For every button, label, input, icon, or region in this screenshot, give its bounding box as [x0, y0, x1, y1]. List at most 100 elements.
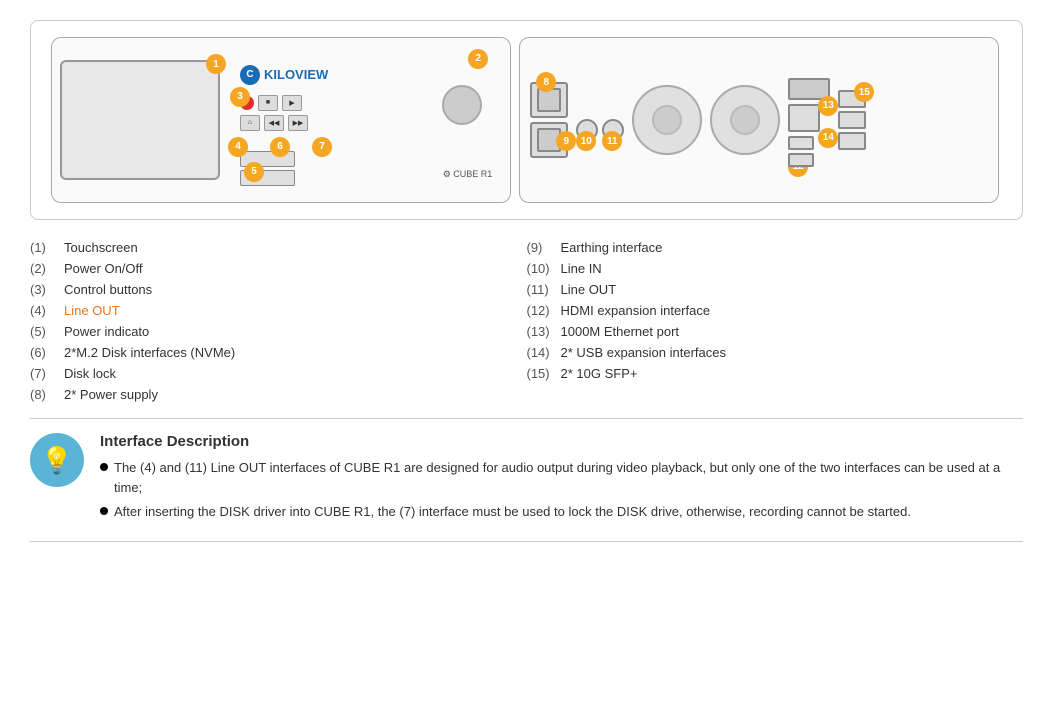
screen-area: 1 — [60, 60, 220, 180]
badge-4: 4 — [228, 137, 248, 157]
legend-col-left: (1) Touchscreen (2)Power On/Off (3) Control … — [30, 240, 527, 402]
badge-6: 6 — [270, 137, 290, 157]
ctrl-btn-next: ▶▶ — [288, 115, 308, 131]
sfp-group: 15 — [838, 90, 866, 150]
legend-num: (3) — [30, 282, 58, 297]
legend-text: Power On/Off — [64, 261, 143, 276]
badge-2: 2 — [468, 49, 488, 69]
legend-text: Disk lock — [64, 366, 116, 381]
device-left-panel: 1 C KILOVIEW 3 ■ ▶ ⌂ — [51, 37, 511, 203]
fan-2 — [710, 85, 780, 155]
legend-col-right: (9) Earthing interface (10) Line IN (11) Line… — [527, 240, 1024, 402]
legend-text: Power indicato — [64, 324, 149, 339]
usb-port-1 — [788, 136, 814, 150]
legend-num: (12) — [527, 303, 555, 318]
legend-num: (14) — [527, 345, 555, 360]
ctrl-btn-play: ▶ — [282, 95, 302, 111]
legend-text: Line OUT — [561, 282, 617, 297]
legend-item: (7) Disk lock — [30, 366, 527, 381]
badge-3: 3 — [230, 87, 250, 107]
interface-group: 12 13 14 — [788, 74, 830, 167]
info-bullets: The (4) and (11) Line OUT interfaces of … — [100, 458, 1023, 522]
legend-text: Line IN — [561, 261, 602, 276]
legend-item: (2)Power On/Off — [30, 261, 527, 276]
kiloview-logo: C KILOVIEW — [240, 65, 328, 85]
legend-item: (3) Control buttons — [30, 282, 527, 297]
legend-item: (12) HDMI expansion interface — [527, 303, 1024, 318]
ctrl-btn-home: ⌂ — [240, 115, 260, 131]
legend-text: HDMI expansion interface — [561, 303, 711, 318]
ethernet-group: 13 — [788, 104, 830, 132]
legend-num: (15) — [527, 366, 555, 381]
ethernet-port — [788, 104, 820, 132]
legend-text: Line OUT — [64, 303, 120, 318]
legend-text: 2* Power supply — [64, 387, 158, 402]
legend-text: 2* 10G SFP+ — [561, 366, 638, 381]
legend-num: (5) — [30, 324, 58, 339]
logo-text: KILOVIEW — [264, 67, 328, 82]
legend-item: (5) Power indicato — [30, 324, 527, 339]
legend-item: (1) Touchscreen — [30, 240, 527, 255]
legend-num: (9) — [527, 240, 555, 255]
sfp-port-2 — [838, 111, 866, 129]
usb-group: 14 — [788, 136, 830, 167]
legend-text: Touchscreen — [64, 240, 138, 255]
badge-9: 9 — [556, 131, 576, 151]
page-wrapper: 1 C KILOVIEW 3 ■ ▶ ⌂ — [0, 0, 1053, 578]
legend-text: 2*M.2 Disk interfaces (NVMe) — [64, 345, 235, 360]
audio-ports-group: 10 11 9 — [576, 99, 624, 141]
bullet-text: After inserting the DISK driver into CUB… — [114, 502, 911, 522]
badge-5: 5 — [244, 162, 264, 182]
info-bullet: The (4) and (11) Line OUT interfaces of … — [100, 458, 1023, 497]
info-bullet: After inserting the DISK driver into CUB… — [100, 502, 1023, 522]
legend-num: (11) — [527, 282, 555, 297]
legend-num: (8) — [30, 387, 58, 402]
legend-item: (9) Earthing interface — [527, 240, 1024, 255]
badge-14: 14 — [818, 128, 838, 148]
legend-num: (6) — [30, 345, 58, 360]
device-diagram: 1 C KILOVIEW 3 ■ ▶ ⌂ — [30, 20, 1023, 220]
controls-area: C KILOVIEW 3 ■ ▶ ⌂ ◀◀ ▶▶ — [240, 55, 502, 186]
bullet-dot — [100, 463, 108, 471]
legend-item: (11) Line OUT — [527, 282, 1024, 297]
legend-text: 2* USB expansion interfaces — [561, 345, 726, 360]
fan-1 — [632, 85, 702, 155]
logo-circle: C — [240, 65, 260, 85]
usb-port-2 — [788, 153, 814, 167]
legend-text: 1000M Ethernet port — [561, 324, 680, 339]
badge-7: 7 — [312, 137, 332, 157]
legend-num: (1) — [30, 240, 58, 255]
bulb-icon: 💡 — [41, 445, 73, 476]
legend-text: Earthing interface — [561, 240, 663, 255]
legend-num: (7) — [30, 366, 58, 381]
fan-2-inner — [730, 105, 760, 135]
info-icon-wrap: 💡 — [30, 433, 84, 487]
legend-section: (1) Touchscreen (2)Power On/Off (3) Control … — [30, 240, 1023, 402]
right-inner: 8 10 11 — [520, 38, 998, 202]
badge-10: 10 — [576, 131, 596, 151]
legend-num: (4) — [30, 303, 58, 318]
legend-item: (13) 1000M Ethernet port — [527, 324, 1024, 339]
badge-13: 13 — [818, 96, 838, 116]
legend-num: (13) — [527, 324, 555, 339]
fan-1-inner — [652, 105, 682, 135]
legend-item: (14) 2* USB expansion interfaces — [527, 345, 1024, 360]
info-content: Interface Description The (4) and (11) L… — [100, 433, 1023, 527]
legend-item: (8) 2* Power supply — [30, 387, 527, 402]
bullet-text: The (4) and (11) Line OUT interfaces of … — [114, 458, 1023, 497]
bullet-dot — [100, 507, 108, 515]
ctrl-btn-prev: ◀◀ — [264, 115, 284, 131]
legend-text: Control buttons — [64, 282, 152, 297]
button-row-2: ⌂ ◀◀ ▶▶ — [240, 115, 308, 131]
legend-item: (15) 2* 10G SFP+ — [527, 366, 1024, 381]
info-box: 💡 Interface Description The (4) and (11)… — [30, 418, 1023, 542]
ctrl-btn-stop: ■ — [258, 95, 278, 111]
fan-1-group — [632, 85, 702, 155]
fan-2-group — [710, 85, 780, 155]
badge-1: 1 — [206, 54, 226, 74]
cube-label: ⚙ CUBE R1 — [443, 169, 493, 180]
dial-circle — [442, 85, 482, 125]
legend-num: (10) — [527, 261, 555, 276]
device-right-panel: 8 10 11 — [519, 37, 999, 203]
legend-item: (10) Line IN — [527, 261, 1024, 276]
